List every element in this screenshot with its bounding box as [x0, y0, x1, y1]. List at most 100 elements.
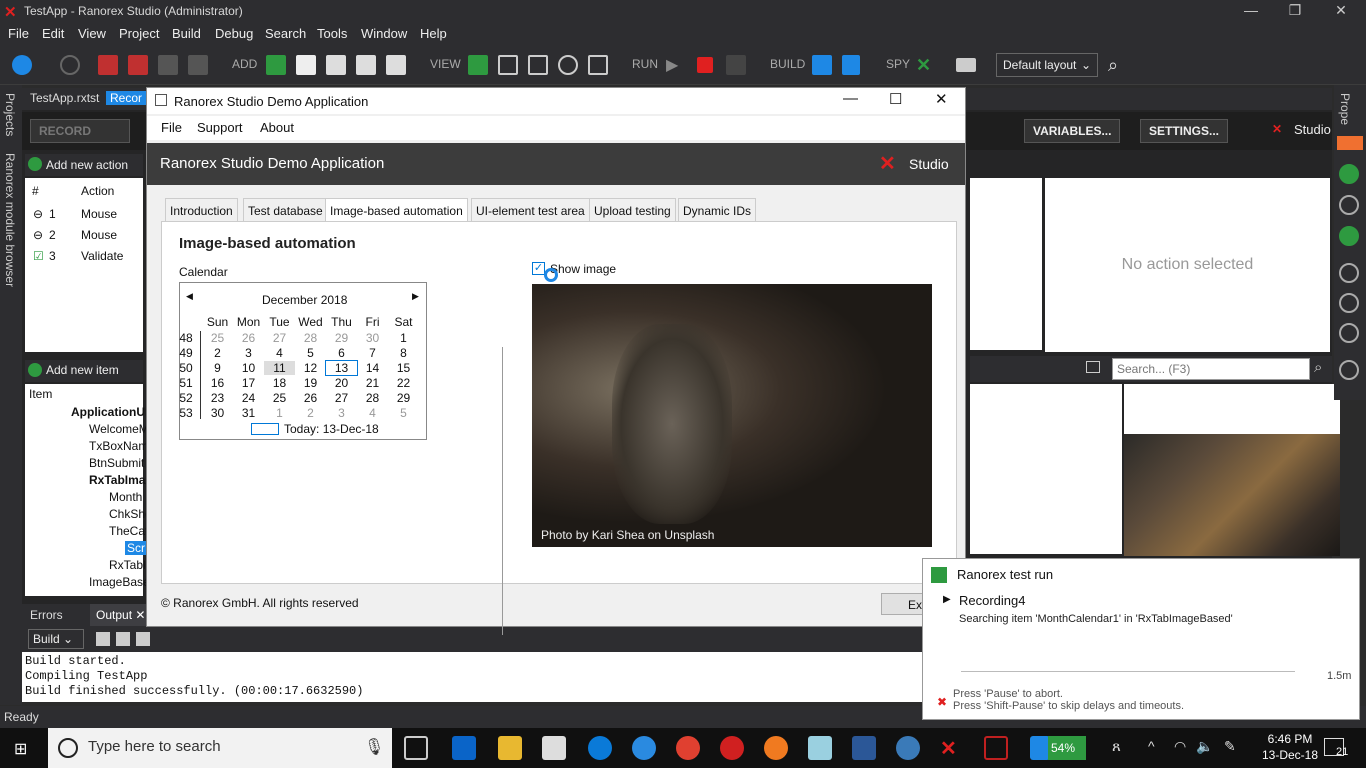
calendar-day[interactable]: 25: [202, 331, 233, 345]
show-image-label[interactable]: Show image: [550, 262, 616, 276]
edit-icon[interactable]: [1339, 360, 1359, 380]
module-browser-tab[interactable]: Ranorex module browser: [3, 153, 17, 287]
people-icon[interactable]: ጸ: [1112, 738, 1121, 755]
calendar-day[interactable]: 5: [388, 406, 419, 420]
view-icon[interactable]: [468, 55, 488, 75]
calendar-day[interactable]: 4: [264, 346, 295, 360]
settings-button[interactable]: SETTINGS...: [1140, 119, 1229, 143]
tab-dynamic-ids[interactable]: Dynamic IDs: [678, 198, 757, 222]
restore-button[interactable]: ❐: [1280, 2, 1310, 19]
copy-icon[interactable]: [136, 632, 150, 646]
next-month-icon[interactable]: ▶: [412, 291, 419, 302]
view-doc-icon[interactable]: [528, 55, 548, 75]
menu-help[interactable]: Help: [420, 26, 447, 41]
tree-node[interactable]: WelcomeM: [89, 422, 149, 436]
ranorex-taskbar-icon[interactable]: ✕: [940, 736, 964, 760]
cat-photo[interactable]: Photo by Kari Shea on Unsplash: [532, 284, 932, 547]
calendar-day[interactable]: 4: [357, 406, 388, 420]
calendar-day[interactable]: 31: [233, 406, 264, 420]
word-icon[interactable]: [852, 736, 876, 760]
tree-node[interactable]: TheCat: [109, 524, 148, 538]
calendar-day[interactable]: 10: [233, 361, 264, 375]
repo-search-input[interactable]: Search... (F3): [1112, 358, 1310, 380]
layout-select[interactable]: Default layout ⌄: [996, 53, 1098, 77]
tree-node[interactable]: ApplicationUn: [71, 405, 152, 419]
menu-build[interactable]: Build: [172, 26, 201, 41]
calendar-day[interactable]: 3: [233, 346, 264, 360]
spy-icon[interactable]: ✕: [916, 55, 936, 75]
close-button[interactable]: ✕: [1326, 2, 1356, 19]
clock-date[interactable]: 13-Dec-18: [1260, 748, 1320, 762]
calendar-day[interactable]: 29: [326, 331, 357, 345]
calendar-day[interactable]: 30: [357, 331, 388, 345]
camera-icon[interactable]: [1339, 195, 1359, 215]
add-item-icon[interactable]: [386, 55, 406, 75]
search-icon[interactable]: ⌕: [1108, 55, 1128, 75]
menu-debug[interactable]: Debug: [215, 26, 253, 41]
tab-output[interactable]: Output ✕: [90, 604, 152, 626]
calendar-day[interactable]: 24: [233, 391, 264, 405]
calendar-day[interactable]: 2: [202, 346, 233, 360]
properties-tab[interactable]: Prope: [1338, 93, 1352, 125]
calendar-day[interactable]: 30: [202, 406, 233, 420]
build-select[interactable]: Build ⌄: [28, 629, 84, 649]
open-icon[interactable]: [128, 55, 148, 75]
tab-test-database[interactable]: Test database: [243, 198, 328, 222]
tree-node[interactable]: RxTabl: [109, 558, 146, 572]
calendar-day[interactable]: 1: [388, 331, 419, 345]
month-calendar[interactable]: ◀ December 2018 ▶ Sun Mon Tue Wed Thu Fri Sat 4…: [179, 282, 427, 440]
tree-node-selected[interactable]: Scr: [125, 541, 147, 555]
show-image-checkbox[interactable]: ✓: [532, 262, 545, 275]
edge-icon[interactable]: [588, 736, 612, 760]
calendar-day[interactable]: 5: [295, 346, 326, 360]
calendar-day[interactable]: 3: [326, 406, 357, 420]
file-explorer-icon[interactable]: [498, 736, 522, 760]
action-row-type[interactable]: Validate: [81, 249, 123, 263]
windows-start-icon[interactable]: ⊞: [14, 739, 32, 758]
collapse-arrow-icon[interactable]: [1337, 136, 1363, 150]
calendar-day[interactable]: 7: [357, 346, 388, 360]
opera-icon[interactable]: [720, 736, 744, 760]
microphone-icon[interactable]: [1339, 164, 1359, 184]
calendar-day[interactable]: 21: [357, 376, 388, 390]
window-icon[interactable]: [1339, 323, 1359, 343]
deploy-icon[interactable]: [842, 55, 860, 75]
calendar-day[interactable]: 16: [202, 376, 233, 390]
menu-view[interactable]: View: [78, 26, 106, 41]
tree-node[interactable]: TxBoxNam: [89, 439, 148, 453]
calendar-day[interactable]: 14: [357, 361, 388, 375]
action-row-number[interactable]: 3: [49, 249, 56, 263]
tab-recording[interactable]: Recor: [106, 91, 147, 105]
save-icon[interactable]: [158, 55, 178, 75]
defender-icon[interactable]: [1030, 736, 1050, 760]
tab-upload-testing[interactable]: Upload testing: [589, 198, 676, 222]
back-icon[interactable]: [12, 55, 32, 75]
menu-project[interactable]: Project: [119, 26, 159, 41]
add-testcase-icon[interactable]: [356, 55, 376, 75]
app-icon[interactable]: [808, 736, 832, 760]
task-view-icon[interactable]: [404, 736, 428, 760]
forward-icon[interactable]: [60, 55, 80, 75]
search-icon[interactable]: ⌕: [1314, 359, 1322, 376]
menu-file[interactable]: File: [8, 26, 29, 41]
calendar-day[interactable]: 22: [388, 376, 419, 390]
demo-menu-file[interactable]: File: [161, 120, 182, 135]
menu-edit[interactable]: Edit: [42, 26, 64, 41]
calendar-day[interactable]: 20: [326, 376, 357, 390]
screen-icon[interactable]: [1339, 226, 1359, 246]
calendar-day[interactable]: 9: [202, 361, 233, 375]
add-action-button[interactable]: Add new action: [46, 158, 128, 172]
shield-icon[interactable]: [588, 55, 608, 75]
calendar-month[interactable]: December 2018: [262, 293, 347, 307]
calendar-day[interactable]: 23: [202, 391, 233, 405]
view-repo-icon[interactable]: [498, 55, 518, 75]
action-row-type[interactable]: Mouse: [81, 228, 117, 242]
tree-node[interactable]: BtnSubmit: [89, 456, 144, 470]
calendar-day[interactable]: 17: [233, 376, 264, 390]
expand-arrow-icon[interactable]: ▶: [943, 594, 951, 605]
add-code-icon[interactable]: [326, 55, 346, 75]
projects-tab[interactable]: Projects: [3, 93, 17, 136]
demo-close-button[interactable]: ✕: [935, 90, 948, 108]
settings-icon[interactable]: [896, 736, 920, 760]
build-icon[interactable]: [812, 55, 832, 75]
